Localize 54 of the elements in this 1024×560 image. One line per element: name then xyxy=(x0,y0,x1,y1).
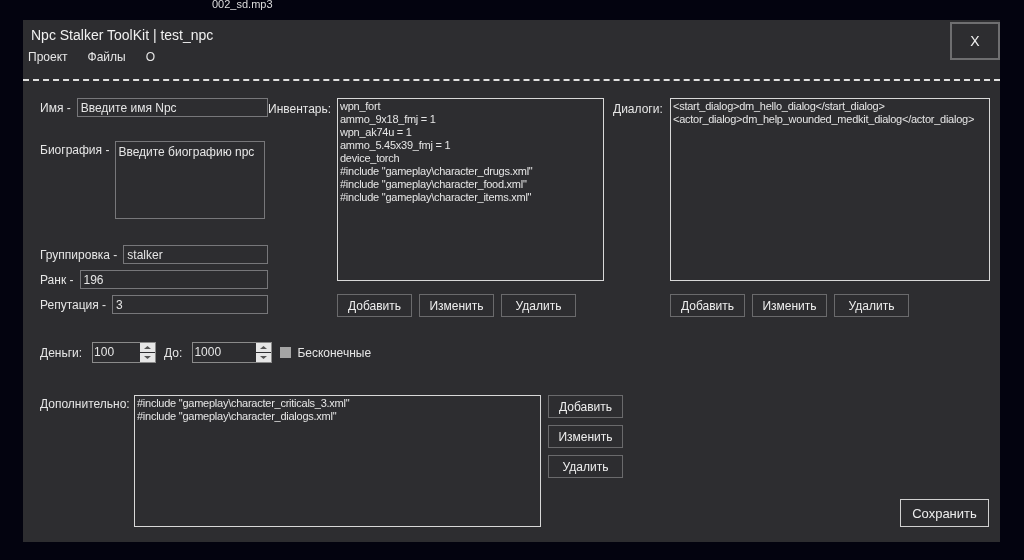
input-field[interactable]: Введите имя Npc xyxy=(76,98,268,117)
spin-down-icon[interactable] xyxy=(256,353,272,362)
spin-up-icon[interactable] xyxy=(256,343,272,352)
file-name: 002_sd.mp3 xyxy=(211,0,274,12)
list-item[interactable]: wpn_fort xyxy=(340,100,601,113)
window-title: Npc Stalker ToolKit | test_npc xyxy=(30,26,214,43)
extra-list[interactable]: #include "gameplay\character_criticals_3.xml" #include "gameplay\character_dialogs.xml" xyxy=(134,395,541,527)
save-button[interactable]: Сохранить xyxy=(900,499,989,527)
menu-item[interactable]: О xyxy=(145,50,155,64)
dialog-button[interactable]: Изменить xyxy=(752,294,827,317)
list-item[interactable]: #include "gameplay\character_dialogs.xml" xyxy=(137,410,538,423)
max-money-spinner[interactable]: 1000 xyxy=(192,342,273,363)
field-label: Имя - xyxy=(40,100,71,115)
field-label: Биография - xyxy=(40,142,110,157)
checkbox-label: Бесконечные xyxy=(297,345,372,360)
dialog-button[interactable]: Удалить xyxy=(834,294,909,317)
input-field[interactable]: 3 xyxy=(112,295,268,314)
dialog-button[interactable]: Добавить xyxy=(670,294,745,317)
inventory-label: Инвентарь: xyxy=(268,101,333,118)
inventory-button[interactable]: Добавить xyxy=(337,294,412,317)
list-item[interactable]: ammo_5.45x39_fmj = 1 xyxy=(340,139,601,152)
inventory-button[interactable]: Изменить xyxy=(419,294,494,317)
list-item[interactable]: #include "gameplay\character_items.xml" xyxy=(340,191,601,204)
field-label: Ранк - xyxy=(40,272,74,287)
list-item[interactable]: #include "gameplay\character_food.xml" xyxy=(340,178,601,191)
dialogs-list[interactable]: <start_dialog>dm_hello_dialog</start_dialog> <actor_dialog>dm_help_wounded_medkit_dialog</actor_dialog> xyxy=(670,98,990,281)
inventory-button[interactable]: Удалить xyxy=(501,294,576,317)
input-field[interactable]: 196 xyxy=(79,270,268,289)
list-item[interactable]: #include "gameplay\character_drugs.xml" xyxy=(340,165,601,178)
input-field[interactable]: stalker xyxy=(123,245,268,264)
close-button[interactable]: X xyxy=(950,22,1000,60)
list-item[interactable]: wpn_ak74u = 1 xyxy=(340,126,601,139)
dialogs-label: Диалоги: xyxy=(613,101,664,118)
list-item[interactable]: #include "gameplay\character_criticals_3.xml" xyxy=(137,397,538,410)
menu-item[interactable]: Файлы xyxy=(87,50,126,64)
spin-up-icon[interactable] xyxy=(140,343,156,352)
extra-label: Дополнительно: xyxy=(40,396,131,413)
max-label: До: xyxy=(164,345,183,360)
text-area[interactable]: Введите биографию npc xyxy=(115,141,266,219)
list-item[interactable]: device_torch xyxy=(340,152,601,165)
money-spinner[interactable]: 100 xyxy=(92,342,157,363)
extra-button[interactable]: Добавить xyxy=(548,395,623,418)
list-item[interactable]: <start_dialog>dm_hello_dialog</start_dialog> xyxy=(673,100,987,113)
field-label: Репутация - xyxy=(40,297,107,312)
list-item[interactable]: ammo_9x18_fmj = 1 xyxy=(340,113,601,126)
inventory-list[interactable]: wpn_fort ammo_9x18_fmj = 1 wpn_ak74u = 1 ammo_5.45x39_fmj = 1 device_torch #include "gameplay\character_drugs.xml" #include "gameplay\character_food.xml" #include "gameplay\character_items.xml" xyxy=(337,98,604,281)
extra-button[interactable]: Удалить xyxy=(548,455,623,478)
extra-button[interactable]: Изменить xyxy=(548,425,623,448)
menu-item[interactable]: Проект xyxy=(28,50,68,64)
field-label: Группировка - xyxy=(40,247,118,262)
money-label: Деньги: xyxy=(40,345,83,360)
list-item[interactable]: <actor_dialog>dm_help_wounded_medkit_dialog</actor_dialog> xyxy=(673,113,987,126)
infinite-checkbox[interactable] xyxy=(280,347,292,358)
spin-down-icon[interactable] xyxy=(140,353,156,362)
